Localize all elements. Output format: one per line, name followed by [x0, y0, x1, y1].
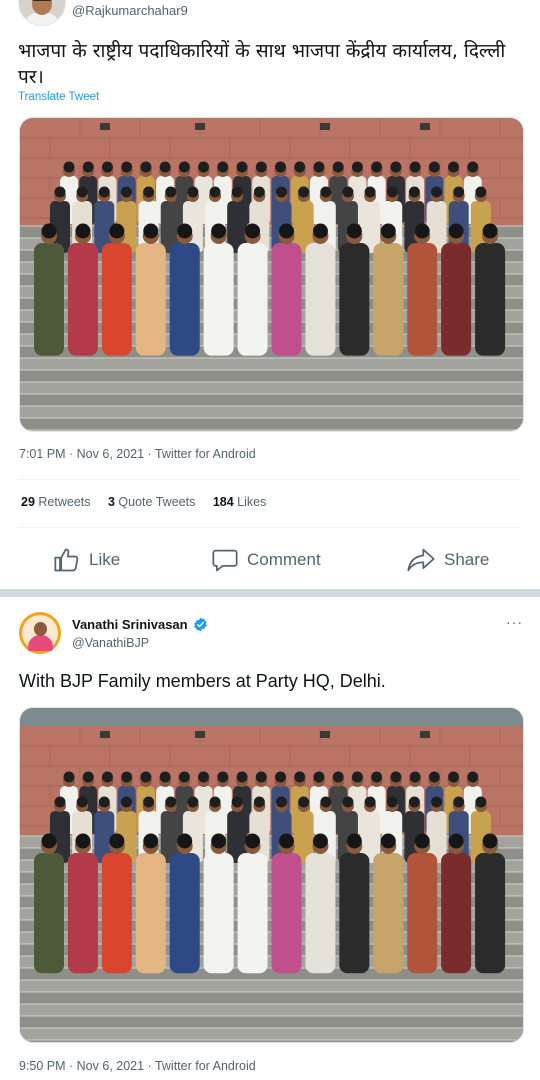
more-options-icon[interactable]: ···	[506, 614, 523, 630]
verified-badge-icon	[193, 617, 208, 637]
avatar-hair	[31, 0, 53, 1]
tweet-stats: 29 Retweets 3 Quote Tweets 184 Likes	[21, 495, 266, 509]
likes-count: 184	[212, 495, 234, 509]
tweet-text: भाजपा के राष्ट्रीय पदाधिकारियों के साथ भ…	[18, 40, 506, 88]
author-avatar[interactable]	[19, 612, 61, 654]
divider	[18, 479, 522, 480]
screenshot-separator	[0, 589, 540, 597]
like-label: Like	[89, 550, 121, 569]
tweet-timestamp[interactable]: 7:01 PM · Nov 6, 2021 · Twitter for Andr…	[19, 447, 256, 461]
like-button[interactable]: Like	[53, 544, 120, 576]
author-name[interactable]: Vanathi Srinivasan	[72, 617, 188, 632]
comment-button[interactable]: Comment	[211, 544, 321, 576]
avatar-sari	[28, 635, 53, 651]
avatar-face	[34, 622, 47, 636]
quotes-stat[interactable]: 3 Quote Tweets	[108, 495, 195, 509]
author-avatar[interactable]	[18, 0, 66, 26]
quotes-label: Quote Tweets	[118, 495, 196, 509]
comment-label: Comment	[247, 550, 321, 569]
divider	[18, 527, 522, 528]
share-button[interactable]: Share	[406, 544, 489, 576]
retweets-stat[interactable]: 29 Retweets	[21, 495, 91, 509]
likes-stat[interactable]: 184 Likes	[213, 495, 267, 509]
retweets-count: 29	[21, 495, 35, 509]
thumbs-up-icon	[54, 548, 79, 572]
retweets-label: Retweets	[38, 495, 91, 509]
group-photo-1	[20, 118, 523, 431]
author-handle[interactable]: @Rajkumarchahar9	[72, 3, 188, 18]
tweet-photo[interactable]	[19, 117, 524, 432]
tweet-text: With BJP Family members at Party HQ, Del…	[19, 671, 386, 691]
translate-tweet-link[interactable]: Translate Tweet	[18, 91, 99, 103]
tweet-timestamp[interactable]: 9:50 PM · Nov 6, 2021 · Twitter for Andr…	[19, 1059, 256, 1073]
likes-label: Likes	[237, 495, 267, 509]
quotes-count: 3	[107, 495, 115, 509]
author-handle[interactable]: @VanathiBJP	[72, 636, 149, 650]
share-label: Share	[444, 550, 490, 569]
group-photo-2	[20, 708, 523, 1042]
tweet-photo[interactable]	[19, 707, 524, 1043]
comment-icon	[212, 549, 238, 572]
share-arrow-icon	[407, 548, 435, 572]
